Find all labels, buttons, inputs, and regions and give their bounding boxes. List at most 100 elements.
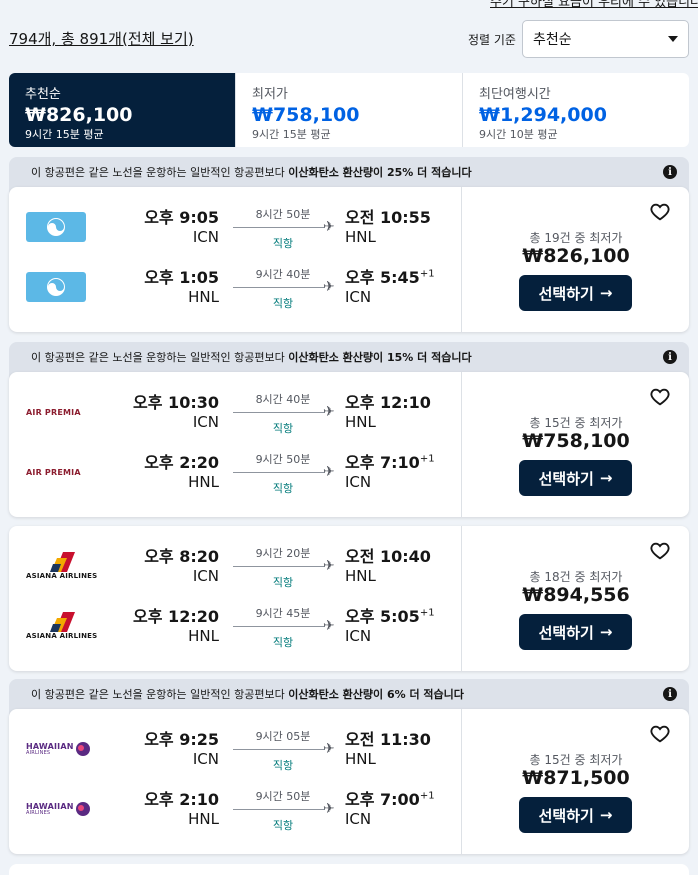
tab-avg-duration: 9시간 15분 평균	[25, 128, 104, 141]
departure-airport: HNL	[188, 810, 219, 828]
info-icon[interactable]: i	[663, 687, 677, 701]
departure-time: 오후 2:10	[144, 790, 219, 809]
flight-duration: 8시간 40분	[255, 393, 311, 406]
hawaiian-logo: HAWAIIAN AIRLINES	[26, 742, 90, 756]
price-panel: 총 15건 중 최저가 ₩758,100 선택하기 →	[461, 372, 689, 517]
select-button[interactable]: 선택하기 →	[519, 460, 632, 496]
route-line	[233, 227, 325, 228]
tab-best[interactable]: 추천순 ₩826,100 9시간 15분 평균	[9, 73, 236, 147]
arrival-airport: ICN	[345, 810, 372, 828]
eco-text-bold: 이산화탄소 환산량이 15% 더 적습니다	[288, 351, 472, 364]
sort-dropdown[interactable]: 추천순	[522, 20, 689, 58]
route-line	[233, 749, 325, 750]
select-button[interactable]: 선택하기 →	[519, 275, 632, 311]
flight-card[interactable]: ASIANA AIRLINES 오후 8:20 ICN 9시간 20분 ✈ 직항…	[9, 526, 689, 671]
flight-duration: 9시간 50분	[255, 790, 311, 803]
plane-icon: ✈	[323, 219, 335, 235]
flight-legs: HAWAIIAN AIRLINES 오후 9:25 ICN 9시간 05분 ✈ 직…	[9, 709, 461, 854]
eco-text-pre: 이 항공편은 같은 노선을 운항하는 일반적인 항공편보다	[31, 688, 289, 701]
stops-label: 직항	[272, 237, 294, 250]
korean-air-logo	[26, 212, 86, 242]
flight-duration: 9시간 05분	[255, 730, 311, 743]
departure-airport: ICN	[192, 567, 219, 585]
flight-duration: 8시간 50분	[255, 208, 311, 221]
plane-icon: ✈	[323, 279, 335, 295]
plane-icon: ✈	[323, 404, 335, 420]
price: ₩894,556	[522, 584, 630, 606]
arrival-time-value: 오후 7:00	[345, 790, 420, 809]
next-day-badge: +1	[419, 607, 435, 619]
arrival-time-value: 오후 5:45	[345, 268, 420, 287]
eco-text: 이 항공편은 같은 노선을 운항하는 일반적인 항공편보다 이산화탄소 환산량이…	[31, 164, 472, 180]
heart-icon[interactable]	[649, 386, 671, 408]
outbound-leg: AIR PREMIA 오후 10:30 ICN 8시간 40분 ✈ 직항 오후 …	[9, 388, 461, 438]
route-line	[233, 412, 325, 413]
results-summary-link[interactable]: 794개, 총 891개(전체 보기)	[9, 28, 194, 49]
next-day-badge: +1	[419, 790, 435, 802]
arrival-time-value: 오후 7:10	[345, 453, 420, 472]
tab-cheapest[interactable]: 최저가 ₩758,100 9시간 15분 평균	[236, 73, 463, 147]
sort-label: 정렬 기준	[468, 33, 516, 47]
info-icon[interactable]: i	[663, 350, 677, 364]
eco-text-bold: 이산화탄소 환산량이 25% 더 적습니다	[288, 166, 472, 179]
arrival-time-value: 오후 12:10	[345, 393, 431, 412]
top-notice-cut[interactable]: 주기 구하실 요금이 우리에 수 있습니다	[490, 0, 698, 10]
arrival-airport: HNL	[345, 228, 376, 246]
arrival-time: 오후 7:10+1	[345, 449, 435, 473]
route-line	[233, 472, 325, 473]
tab-fastest[interactable]: 최단여행시간 ₩1,294,000 9시간 10분 평균	[463, 73, 689, 147]
departure-time: 오후 8:20	[144, 547, 219, 566]
next-result-card[interactable]	[9, 864, 689, 875]
arrival-time-value: 오후 5:05	[345, 607, 420, 626]
asiana-wing-icon	[49, 552, 75, 572]
hawaiian-logo-words: HAWAIIAN AIRLINES	[26, 742, 74, 756]
heart-icon[interactable]	[649, 723, 671, 745]
arrival-time: 오후 5:05+1	[345, 603, 435, 627]
arrival-time: 오전 10:40	[345, 543, 431, 567]
flight-duration: 9시간 20분	[255, 547, 311, 560]
outbound-leg: HAWAIIAN AIRLINES 오후 9:25 ICN 9시간 05분 ✈ 직…	[9, 725, 461, 775]
flight-card[interactable]: HAWAIIAN AIRLINES 오후 9:25 ICN 9시간 05분 ✈ 직…	[9, 709, 689, 854]
eco-text-pre: 이 항공편은 같은 노선을 운항하는 일반적인 항공편보다	[31, 351, 289, 364]
route-line	[233, 809, 325, 810]
eco-text-bold: 이산화탄소 환산량이 6% 더 적습니다	[288, 688, 464, 701]
departure-airport: ICN	[192, 750, 219, 768]
return-leg: HAWAIIAN AIRLINES 오후 2:10 HNL 9시간 50분 ✈ 직…	[9, 785, 461, 835]
stops-label: 직항	[272, 759, 294, 772]
select-button[interactable]: 선택하기 →	[519, 614, 632, 650]
info-icon[interactable]: i	[663, 165, 677, 179]
stops-label: 직항	[272, 636, 294, 649]
asiana-logo: ASIANA AIRLINES	[26, 612, 97, 640]
hawaiian-logo-subtext: AIRLINES	[26, 749, 51, 756]
departure-time: 오후 12:20	[133, 607, 219, 626]
result-group: 이 항공편은 같은 노선을 운항하는 일반적인 항공편보다 이산화탄소 환산량이…	[9, 679, 689, 854]
taeguk-icon	[47, 278, 65, 296]
heart-icon[interactable]	[649, 201, 671, 223]
flight-card[interactable]: AIR PREMIA 오후 10:30 ICN 8시간 40분 ✈ 직항 오후 …	[9, 372, 689, 517]
arrow-right-icon: →	[599, 469, 613, 487]
arrival-airport: ICN	[345, 627, 372, 645]
asiana-logo-text: ASIANA AIRLINES	[26, 632, 98, 640]
air-premia-logo: AIR PREMIA	[26, 467, 81, 477]
tab-name: 최단여행시간	[479, 87, 551, 102]
select-button[interactable]: 선택하기 →	[519, 797, 632, 833]
korean-air-logo	[26, 272, 86, 302]
arrival-time: 오전 10:55	[345, 204, 431, 228]
price-panel: 총 15건 중 최저가 ₩871,500 선택하기 →	[461, 709, 689, 854]
price: ₩826,100	[522, 245, 630, 267]
eco-text: 이 항공편은 같은 노선을 운항하는 일반적인 항공편보다 이산화탄소 환산량이…	[31, 349, 472, 365]
taeguk-icon	[47, 218, 65, 236]
stops-label: 직항	[272, 422, 294, 435]
return-leg: AIR PREMIA 오후 2:20 HNL 9시간 50분 ✈ 직항 오후 7…	[9, 448, 461, 498]
arrival-time: 오후 12:10	[345, 389, 431, 413]
arrival-time: 오후 7:00+1	[345, 786, 435, 810]
select-button-label: 선택하기	[538, 284, 594, 303]
route-line	[233, 287, 325, 288]
route-line	[233, 566, 325, 567]
departure-airport: HNL	[188, 288, 219, 306]
heart-icon[interactable]	[649, 540, 671, 562]
arrival-airport: HNL	[345, 567, 376, 585]
deals-count: 총 18건 중 최저가	[529, 570, 623, 584]
flight-card[interactable]: 오후 9:05 ICN 8시간 50분 ✈ 직항 오전 10:55 HNL 오후…	[9, 187, 689, 332]
arrow-right-icon: →	[599, 623, 613, 641]
